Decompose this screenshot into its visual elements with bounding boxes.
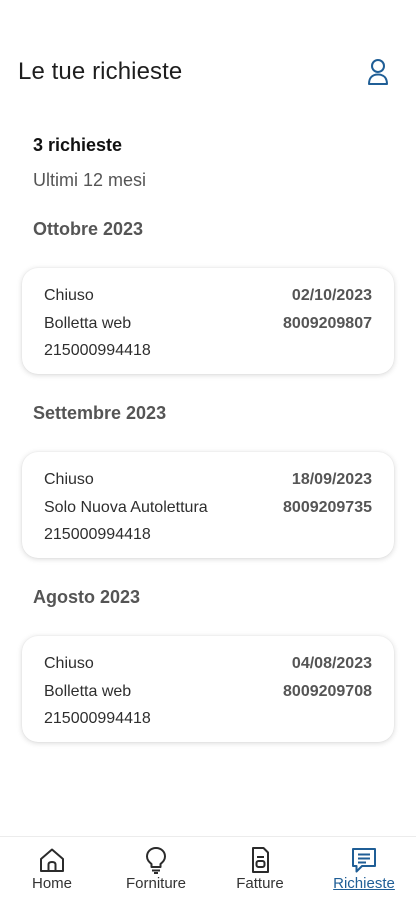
tab-forniture[interactable]: Forniture <box>104 837 208 900</box>
card-row: Chiuso 04/08/2023 <box>44 650 372 678</box>
supply-number: 215000994418 <box>44 342 151 359</box>
request-type: Bolletta web <box>44 314 132 332</box>
request-card[interactable]: Chiuso 18/09/2023 Solo Nuova Autolettura… <box>22 452 394 558</box>
tab-home[interactable]: Home <box>0 837 104 900</box>
document-icon <box>252 847 269 873</box>
supply-number: 215000994418 <box>44 710 151 727</box>
request-card[interactable]: Chiuso 04/08/2023 Bolletta web 800920970… <box>22 636 394 742</box>
chat-icon <box>352 848 376 873</box>
lightbulb-icon <box>146 847 166 874</box>
card-row: Chiuso 18/09/2023 <box>44 466 372 494</box>
month-header: Agosto 2023 <box>33 587 141 607</box>
request-type: Bolletta web <box>44 682 132 700</box>
page-title: Le tue richieste <box>18 58 183 85</box>
card-row: Bolletta web 8009209708 <box>44 678 372 706</box>
card-row: 215000994418 <box>44 337 372 365</box>
card-row: Chiuso 02/10/2023 <box>44 282 372 310</box>
user-icon <box>368 59 388 85</box>
month-header: Ottobre 2023 <box>33 219 144 239</box>
home-icon <box>40 848 64 872</box>
request-card[interactable]: Chiuso 02/10/2023 Bolletta web 800920980… <box>22 268 394 374</box>
card-row: 215000994418 <box>44 521 372 549</box>
bottom-tab-bar: Home Forniture Fatture Richieste <box>0 836 416 900</box>
request-date: 18/09/2023 <box>291 471 372 488</box>
period-label: Ultimi 12 mesi <box>33 170 147 190</box>
profile-button[interactable] <box>364 55 392 89</box>
request-code: 8009209807 <box>283 314 372 332</box>
card-row: Bolletta web 8009209807 <box>44 310 372 338</box>
request-status: Chiuso <box>44 471 94 488</box>
request-type: Solo Nuova Autolettura <box>44 498 208 516</box>
request-status: Chiuso <box>44 655 94 672</box>
request-date: 02/10/2023 <box>291 287 372 304</box>
tab-fatture[interactable]: Fatture <box>208 837 312 900</box>
tab-label: Richieste <box>333 875 395 892</box>
card-row: 215000994418 <box>44 705 372 733</box>
request-code: 8009209708 <box>283 682 372 700</box>
card-row: Solo Nuova Autolettura 8009209735 <box>44 494 372 522</box>
request-code: 8009209735 <box>283 498 372 516</box>
tab-label: Fatture <box>236 875 284 892</box>
month-header: Settembre 2023 <box>33 403 167 423</box>
tab-label: Forniture <box>125 875 187 892</box>
supply-number: 215000994418 <box>44 526 151 543</box>
request-status: Chiuso <box>44 287 94 304</box>
tab-richieste[interactable]: Richieste <box>312 837 416 900</box>
request-date: 04/08/2023 <box>291 655 372 672</box>
request-count: 3 richieste <box>33 135 123 155</box>
summary: 3 richieste Ultimi 12 mesi <box>33 135 146 191</box>
header: Le tue richieste <box>18 50 392 94</box>
tab-label: Home <box>31 875 72 892</box>
requests-screen: Le tue richieste 3 richieste Ultimi 12 m… <box>0 0 416 900</box>
